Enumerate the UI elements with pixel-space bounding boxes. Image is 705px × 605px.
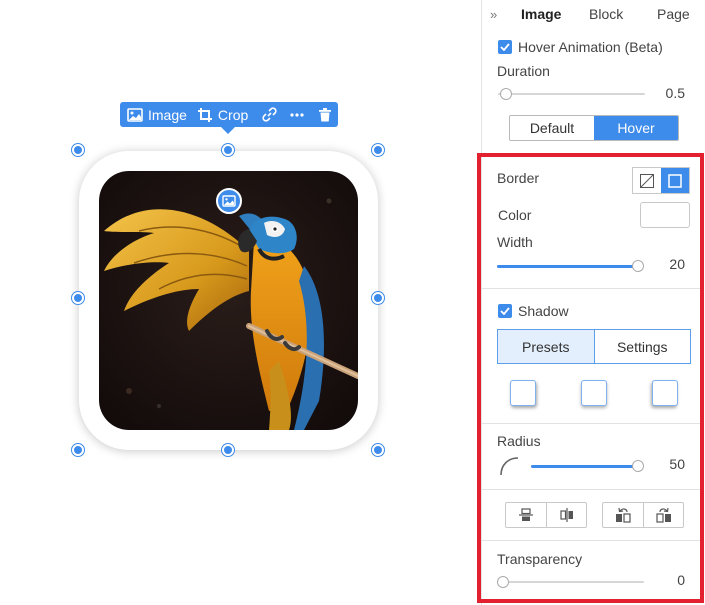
shadow-settings-tab[interactable]: Settings [595, 330, 691, 363]
duration-slider[interactable] [498, 88, 645, 100]
duration-slider-track [498, 93, 645, 95]
radius-slider-fill [531, 465, 635, 468]
trash-icon [319, 107, 332, 121]
width-slider-thumb[interactable] [632, 260, 644, 272]
flip-horizontal-icon [559, 508, 573, 522]
no-border-icon [640, 173, 654, 188]
image-tool-label: Image [148, 106, 187, 123]
resize-handle-bottom-left[interactable] [72, 444, 84, 456]
transparency-slider[interactable] [497, 576, 644, 588]
state-hover-button[interactable]: Hover [594, 116, 678, 140]
duration-value: 0.5 [665, 85, 685, 101]
shadow-mode-toggle: Presets Settings [497, 329, 691, 364]
image-tool-button[interactable]: Image [127, 107, 187, 123]
more-icon [290, 112, 304, 117]
rotate-left-button[interactable] [603, 503, 643, 527]
tab-image[interactable]: Image [521, 6, 561, 22]
transparency-slider-thumb[interactable] [497, 576, 509, 588]
crop-button[interactable]: Crop [197, 107, 248, 123]
divider [481, 423, 700, 424]
resize-handle-bottom-right[interactable] [372, 444, 384, 456]
radius-label: Radius [497, 433, 541, 449]
divider [481, 540, 700, 541]
shadow-label: Shadow [518, 303, 569, 319]
duration-label: Duration [497, 63, 550, 79]
link-icon [262, 107, 277, 122]
divider [481, 489, 700, 490]
panel-tabs: » Image Block Page [482, 0, 705, 30]
border-color-swatch[interactable] [640, 202, 690, 228]
resize-handle-left[interactable] [72, 292, 84, 304]
tab-page[interactable]: Page [657, 6, 690, 22]
divider [481, 288, 700, 289]
width-slider-fill [497, 265, 635, 268]
more-button[interactable] [290, 112, 304, 117]
check-icon [500, 43, 510, 51]
border-on-button[interactable] [661, 168, 689, 193]
delete-button[interactable] [319, 107, 332, 122]
hover-animation-label: Hover Animation (Beta) [518, 39, 663, 55]
radius-slider[interactable] [531, 460, 644, 472]
radius-value: 50 [669, 456, 685, 472]
resize-handle-top[interactable] [222, 144, 234, 156]
radius-slider-thumb[interactable] [632, 460, 644, 472]
tab-block[interactable]: Block [589, 6, 623, 22]
hover-animation-checkbox[interactable] [498, 40, 512, 54]
width-slider[interactable] [497, 260, 644, 272]
width-label: Width [497, 234, 533, 250]
transparency-label: Transparency [497, 551, 583, 567]
flip-horizontal-button[interactable] [546, 503, 586, 527]
image-replace-button[interactable] [216, 188, 242, 214]
border-off-button[interactable] [633, 168, 661, 193]
editor-screen: Image Crop » Image Block Page Hover Anim… [0, 0, 705, 605]
rotate-right-icon [655, 507, 671, 523]
rotate-left-icon [616, 507, 631, 523]
shadow-checkbox[interactable] [498, 304, 512, 318]
rotate-button-group [602, 502, 684, 528]
transparency-value: 0 [677, 572, 685, 588]
state-toggle: Default Hover [509, 115, 679, 141]
width-value: 20 [669, 256, 685, 272]
border-toggle [632, 167, 690, 194]
corner-radius-icon [500, 457, 519, 476]
check-icon [500, 307, 510, 315]
shadow-preset-2[interactable] [581, 380, 607, 406]
shadow-presets-tab[interactable]: Presets [498, 330, 595, 363]
resize-handle-bottom[interactable] [222, 444, 234, 456]
state-default-button[interactable]: Default [510, 116, 594, 140]
shadow-preset-1[interactable] [510, 380, 536, 406]
link-button[interactable] [262, 107, 277, 122]
crop-label: Crop [217, 106, 249, 123]
flip-button-group [505, 502, 587, 528]
flip-vertical-button[interactable] [506, 503, 546, 527]
resize-handle-right[interactable] [372, 292, 384, 304]
image-icon [222, 195, 236, 207]
image-toolbar: Image Crop [120, 102, 338, 134]
collapse-panel-icon[interactable]: » [490, 7, 497, 22]
border-label: Border [497, 170, 540, 186]
duration-slider-thumb[interactable] [500, 88, 512, 100]
shadow-preset-3[interactable] [652, 380, 678, 406]
image-icon [127, 107, 143, 122]
resize-handle-top-left[interactable] [72, 144, 84, 156]
color-label: Color [498, 207, 532, 223]
rotate-right-button[interactable] [643, 503, 683, 527]
border-icon [668, 173, 682, 188]
crop-icon [197, 107, 212, 122]
flip-vertical-icon [519, 508, 533, 521]
resize-handle-top-right[interactable] [372, 144, 384, 156]
transparency-slider-track [497, 581, 644, 583]
